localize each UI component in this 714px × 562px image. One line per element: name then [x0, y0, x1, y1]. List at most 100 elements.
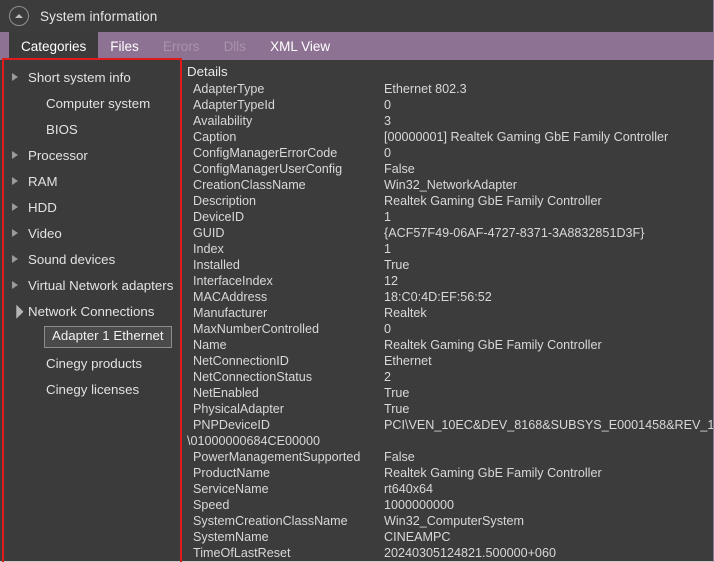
property-row[interactable]: Caption [00000001] Realtek Gaming GbE Fam…: [187, 129, 713, 145]
property-name: NetConnectionStatus: [193, 370, 313, 384]
tree-item-processor[interactable]: Processor: [0, 142, 180, 168]
tree-item-hdd[interactable]: HDD: [0, 194, 180, 220]
property-row[interactable]: ConfigManagerUserConfig False: [187, 161, 713, 177]
property-name: Availability: [193, 114, 253, 128]
property-row[interactable]: Index 1: [187, 241, 713, 257]
property-value: 1000000000: [384, 498, 455, 512]
chevron-right-icon[interactable]: [8, 203, 26, 211]
title-bar: System information: [0, 0, 713, 32]
property-row[interactable]: Availability 3: [187, 113, 713, 129]
property-name: Name: [193, 338, 227, 352]
chevron-right-glyph: [12, 281, 18, 289]
property-row[interactable]: MaxNumberControlled 0: [187, 321, 713, 337]
chevron-right-icon[interactable]: [8, 229, 26, 237]
tree-item-label: Virtual Network adapters: [28, 277, 174, 293]
chevron-right-glyph: [12, 203, 18, 211]
property-value: False: [384, 162, 415, 176]
tree-item-label: Sound devices: [28, 251, 116, 267]
chevron-right-icon[interactable]: [8, 73, 26, 81]
property-name: NetConnectionID: [193, 354, 289, 368]
chevron-right-icon[interactable]: [8, 151, 26, 159]
property-value: Ethernet 802.3: [384, 82, 467, 96]
property-row[interactable]: InterfaceIndex 12: [187, 273, 713, 289]
chevron-down-icon[interactable]: [8, 304, 26, 319]
property-row[interactable]: \01000000684CE00000: [187, 433, 713, 449]
property-value: Realtek Gaming GbE Family Controller: [384, 338, 602, 352]
property-row[interactable]: Manufacturer Realtek: [187, 305, 713, 321]
property-row[interactable]: NetConnectionStatus 2: [187, 369, 713, 385]
property-name: PhysicalAdapter: [193, 402, 285, 416]
tree-item-video[interactable]: Video: [0, 220, 180, 246]
tree-item-adapter-1-ethernet[interactable]: Adapter 1 Ethernet: [0, 324, 180, 350]
tab-errors-label: Errors: [162, 38, 200, 54]
property-value: 1: [384, 242, 392, 256]
tree-item-cinegy-products[interactable]: Cinegy products: [0, 350, 180, 376]
property-row[interactable]: CreationClassName Win32_NetworkAdapter: [187, 177, 713, 193]
chevron-right-icon[interactable]: [8, 281, 26, 289]
tree-item-label-selected: Adapter 1 Ethernet: [44, 326, 172, 348]
property-value: Win32_ComputerSystem: [384, 514, 524, 528]
tree-item-label: Computer system: [46, 95, 151, 111]
tab-errors: Errors: [151, 32, 212, 60]
property-row[interactable]: Name Realtek Gaming GbE Family Controller: [187, 337, 713, 353]
property-row[interactable]: ConfigManagerErrorCode 0: [187, 145, 713, 161]
property-value: Ethernet: [384, 354, 432, 368]
chevron-right-glyph: [12, 177, 18, 185]
property-row[interactable]: PowerManagementSupported False: [187, 449, 713, 465]
tree-item-sound-devices[interactable]: Sound devices: [0, 246, 180, 272]
property-row[interactable]: MACAddress 18:C0:4D:EF:56:52: [187, 289, 713, 305]
property-value: [00000001] Realtek Gaming GbE Family Con…: [384, 130, 669, 144]
property-row[interactable]: TimeOfLastReset 20240305124821.500000+060: [187, 545, 713, 561]
property-name: DeviceID: [193, 210, 245, 224]
tab-xml-view[interactable]: XML View: [258, 32, 342, 60]
property-row[interactable]: SystemCreationClassName Win32_ComputerSys…: [187, 513, 713, 529]
property-value: False: [384, 450, 415, 464]
property-value: CINEAMPC: [384, 530, 451, 544]
property-row[interactable]: AdapterTypeId 0: [187, 97, 713, 113]
tree-item-network-connections[interactable]: Network Connections: [0, 298, 180, 324]
property-row[interactable]: Installed True: [187, 257, 713, 273]
property-value: 2: [384, 370, 392, 384]
chevron-up-glyph: [15, 14, 23, 18]
chevron-right-icon[interactable]: [8, 255, 26, 263]
property-name: InterfaceIndex: [193, 274, 273, 288]
property-name: NetEnabled: [193, 386, 259, 400]
system-information-window: System information Categories Files Erro…: [0, 0, 714, 562]
tree-item-computer-system[interactable]: Computer system: [0, 90, 180, 116]
property-row[interactable]: AdapterType Ethernet 802.3: [187, 81, 713, 97]
property-row[interactable]: Description Realtek Gaming GbE Family Con…: [187, 193, 713, 209]
property-list: AdapterType Ethernet 802.3 AdapterTypeId 0 A…: [187, 81, 713, 561]
tab-categories[interactable]: Categories: [9, 32, 99, 60]
property-name: MACAddress: [193, 290, 268, 304]
property-name: MaxNumberControlled: [193, 322, 319, 336]
property-name: Manufacturer: [193, 306, 268, 320]
property-row[interactable]: SystemName CINEAMPC: [187, 529, 713, 545]
property-row[interactable]: DeviceID 1: [187, 209, 713, 225]
property-name: Index: [193, 242, 224, 256]
property-row[interactable]: PNPDeviceID PCI\VEN_10EC&DEV_8168&SUBSYS…: [187, 417, 713, 433]
details-header: Details: [187, 64, 228, 79]
tree-item-cinegy-licenses[interactable]: Cinegy licenses: [0, 376, 180, 402]
tree-item-bios[interactable]: BIOS: [0, 116, 180, 142]
tree-item-short-system-info[interactable]: Short system info: [0, 64, 180, 90]
tab-xml-view-label: XML View: [270, 38, 331, 54]
property-name: ConfigManagerUserConfig: [193, 162, 343, 176]
tree-item-label: Cinegy products: [46, 355, 143, 371]
property-row[interactable]: GUID {ACF57F49-06AF-4727-8371-3A8832851D3…: [187, 225, 713, 241]
tree-item-virtual-network-adapters[interactable]: Virtual Network adapters: [0, 272, 180, 298]
property-name: \01000000684CE00000: [187, 434, 321, 448]
tree-item-ram[interactable]: RAM: [0, 168, 180, 194]
property-row[interactable]: NetConnectionID Ethernet: [187, 353, 713, 369]
tab-files[interactable]: Files: [98, 32, 151, 60]
tree-item-label: Processor: [28, 147, 88, 163]
chevron-up-icon[interactable]: [9, 6, 29, 26]
property-name: ConfigManagerErrorCode: [193, 146, 338, 160]
property-row[interactable]: PhysicalAdapter True: [187, 401, 713, 417]
chevron-right-icon[interactable]: [8, 177, 26, 185]
property-row[interactable]: Speed 1000000000: [187, 497, 713, 513]
property-row[interactable]: NetEnabled True: [187, 385, 713, 401]
tab-categories-label: Categories: [21, 38, 87, 54]
chevron-down-glyph: [9, 304, 24, 319]
property-row[interactable]: ProductName Realtek Gaming GbE Family Co…: [187, 465, 713, 481]
property-row[interactable]: ServiceName rt640x64: [187, 481, 713, 497]
